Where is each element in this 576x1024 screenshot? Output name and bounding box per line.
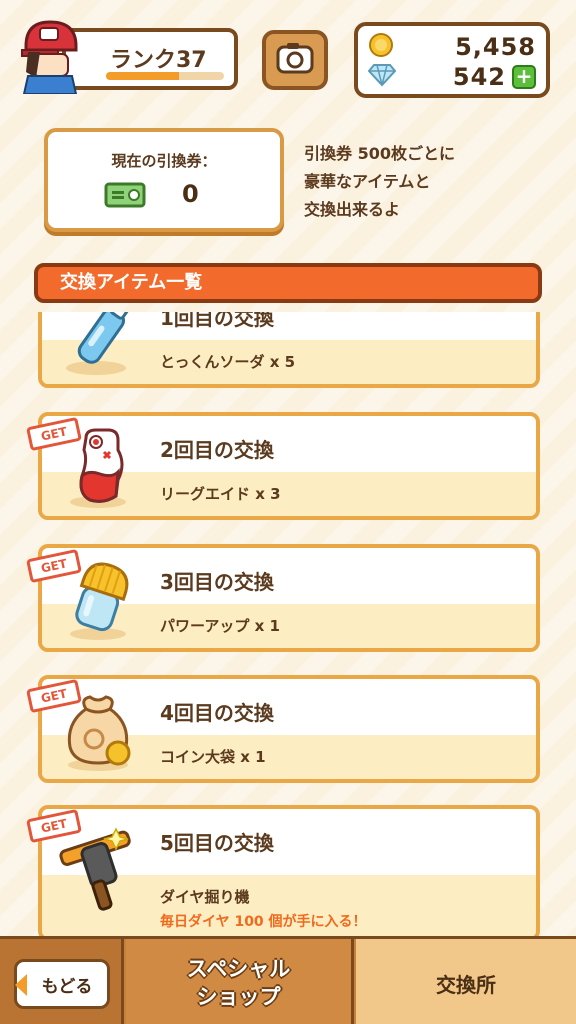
- ticket-count: 0: [182, 180, 199, 208]
- rank-progress-fill: [106, 72, 180, 80]
- exchange-item-reward: パワーアップ x 1: [160, 617, 280, 635]
- exchange-item-reward: とっくんソーダ x 5: [160, 353, 296, 371]
- ticket-note: 引換券 500枚ごとに 豪華なアイテムと 交換出来るよ: [304, 140, 455, 224]
- exchange-item-reward: リーグエイド x 3: [160, 485, 281, 503]
- exchange-item-title: 3回目の交換: [160, 570, 274, 594]
- exchange-item-card[interactable]: 4回目の交換 コイン大袋 x 1: [38, 675, 540, 783]
- exchange-item-card[interactable]: 3回目の交換 パワーアップ x 1: [38, 544, 540, 652]
- rank-progress-bar: [106, 72, 224, 80]
- bottom-nav: もどる スペシャル ショップ 交換所: [0, 936, 576, 1024]
- nav-back-area: もどる: [0, 939, 124, 1024]
- ticket-title: 現在の引換券：: [111, 152, 217, 170]
- tab-special-shop[interactable]: スペシャル ショップ: [126, 939, 354, 1024]
- avatar[interactable]: [18, 16, 82, 95]
- exchange-item-title: 5回目の交換: [160, 831, 274, 855]
- ticket-note-line: 豪華なアイテムと: [304, 172, 431, 191]
- back-label: もどる: [41, 976, 93, 997]
- diamond-icon: [367, 63, 397, 91]
- coin-row: 5,458: [368, 32, 536, 62]
- back-button[interactable]: もどる: [14, 959, 110, 1009]
- exchange-item-title: 1回目の交換: [160, 312, 274, 330]
- camera-button[interactable]: [262, 30, 328, 90]
- tab-exchange[interactable]: 交換所: [356, 939, 576, 1024]
- tab-exchange-label: 交換所: [436, 972, 496, 997]
- exchange-item-reward: ダイヤ掘り機: [160, 888, 250, 906]
- ticket-icon: [104, 182, 146, 212]
- exchange-item-title: 2回目の交換: [160, 438, 274, 462]
- exchange-item-reward: コイン大袋 x 1: [160, 748, 266, 766]
- section-title: 交換アイテム一覧: [34, 263, 542, 303]
- exchange-item-description: 毎日ダイヤ 100 個が手に入る！: [160, 914, 367, 930]
- back-arrow-icon: [15, 974, 27, 996]
- ticket-note-line: 引換券 500枚ごとに: [304, 144, 455, 163]
- exchange-item-card[interactable]: 2回目の交換 リーグエイド x 3: [38, 412, 540, 520]
- exchange-item-card[interactable]: 5回目の交換 ダイヤ掘り機 毎日ダイヤ 100 個が手に入る！: [38, 805, 540, 936]
- tab-special-shop-label: スペシャル ショップ: [186, 957, 291, 1009]
- diamond-count: 542: [452, 63, 506, 91]
- diamond-row: 542 +: [367, 62, 536, 92]
- currency-panel: 5,458 542 +: [354, 22, 550, 98]
- exchange-item-title: 4回目の交換: [160, 701, 274, 725]
- exchange-item-card[interactable]: 1回目の交換 とっくんソーダ x 5: [38, 312, 540, 388]
- ticket-panel: 現在の引換券： 0: [44, 128, 284, 232]
- add-diamonds-button[interactable]: +: [512, 65, 536, 89]
- diamond-drill-icon: [56, 823, 142, 911]
- ticket-note-line: 交換出来るよ: [304, 200, 401, 219]
- soda-bottle-icon: [56, 312, 142, 378]
- coin-count: 5,458: [455, 33, 536, 61]
- coin-icon: [368, 32, 394, 62]
- rank-panel[interactable]: ランク37: [62, 28, 238, 90]
- rank-label: ランク37: [110, 48, 207, 73]
- camera-icon: [275, 41, 315, 79]
- exchange-item-list[interactable]: 1回目の交換 とっくんソーダ x 5 2回目の交換 リーグエイド x 3 GET: [0, 312, 576, 936]
